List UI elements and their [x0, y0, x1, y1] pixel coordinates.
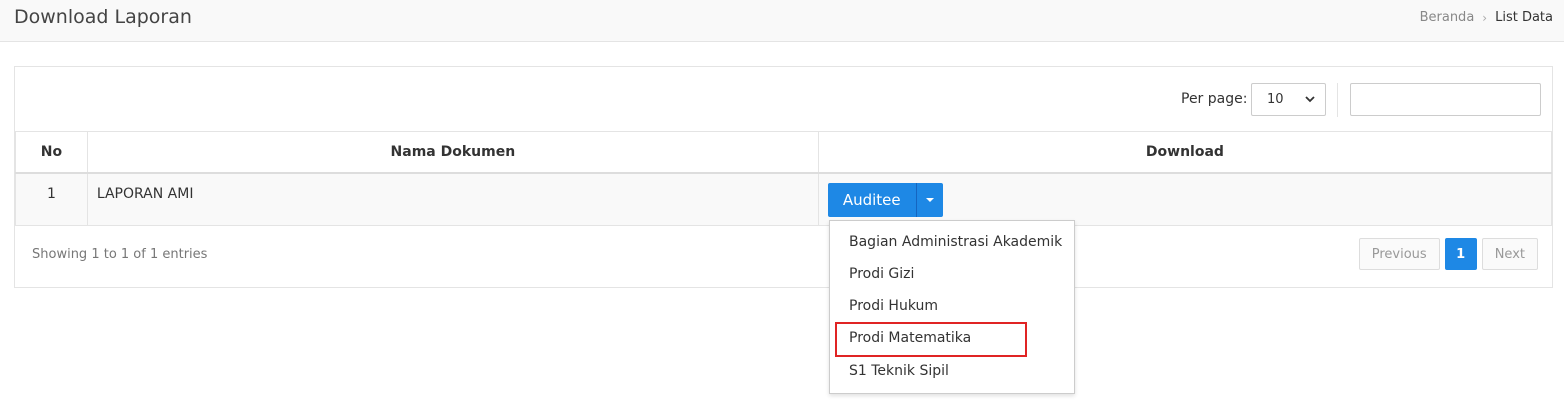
cell-download: Auditee: [817, 172, 1553, 226]
column-header-nama-dokumen[interactable]: Nama Dokumen: [86, 131, 819, 174]
dropdown-item-prodi-hukum[interactable]: Prodi Hukum: [849, 298, 938, 314]
cell-no: 1: [15, 172, 88, 226]
entries-info: Showing 1 to 1 of 1 entries: [32, 247, 208, 262]
data-panel: Per page: 10 No Nama Dokumen Download 1 …: [14, 66, 1553, 288]
caret-down-icon: [925, 198, 934, 202]
search-input[interactable]: [1350, 83, 1541, 116]
page-title: Download Laporan: [14, 6, 192, 28]
auditee-dropdown-menu: Bagian Administrasi Akademik Prodi Gizi …: [829, 220, 1075, 394]
table-row: 1 LAPORAN AMI Auditee: [15, 172, 1553, 226]
chevron-down-icon: [1305, 96, 1315, 103]
pagination: Previous 1 Next: [1358, 238, 1538, 270]
dropdown-item-s1-teknik-sipil[interactable]: S1 Teknik Sipil: [849, 363, 949, 379]
highlight-annotation-box: [835, 322, 1027, 357]
breadcrumb: Beranda › List Data: [1420, 10, 1553, 25]
auditee-button[interactable]: Auditee: [827, 183, 916, 217]
cell-nama-dokumen: LAPORAN AMI: [86, 172, 819, 226]
breadcrumb-current: List Data: [1495, 10, 1553, 25]
pagination-page-current[interactable]: 1: [1444, 238, 1477, 270]
per-page-select[interactable]: 10: [1251, 83, 1326, 116]
pagination-next[interactable]: Next: [1481, 238, 1538, 270]
page-header: Download Laporan Beranda › List Data: [0, 0, 1564, 42]
dropdown-item-prodi-gizi[interactable]: Prodi Gizi: [849, 266, 914, 282]
data-table: No Nama Dokumen Download 1 LAPORAN AMI A…: [15, 131, 1553, 226]
table-header-row: No Nama Dokumen Download: [15, 131, 1553, 174]
dropdown-item-bagian-administrasi-akademik[interactable]: Bagian Administrasi Akademik: [849, 234, 1062, 250]
pagination-previous[interactable]: Previous: [1358, 238, 1440, 270]
column-header-download[interactable]: Download: [817, 131, 1553, 174]
per-page-label: Per page:: [1181, 91, 1248, 107]
chevron-right-icon: ›: [1482, 10, 1488, 25]
table-toolbar: Per page: 10: [15, 67, 1552, 132]
auditee-button-group: Auditee: [827, 183, 943, 217]
toolbar-divider: [1337, 83, 1338, 117]
column-header-no[interactable]: No: [15, 131, 88, 174]
per-page-value: 10: [1267, 92, 1284, 107]
auditee-dropdown-toggle[interactable]: [915, 183, 943, 217]
breadcrumb-home-link[interactable]: Beranda: [1420, 10, 1475, 25]
